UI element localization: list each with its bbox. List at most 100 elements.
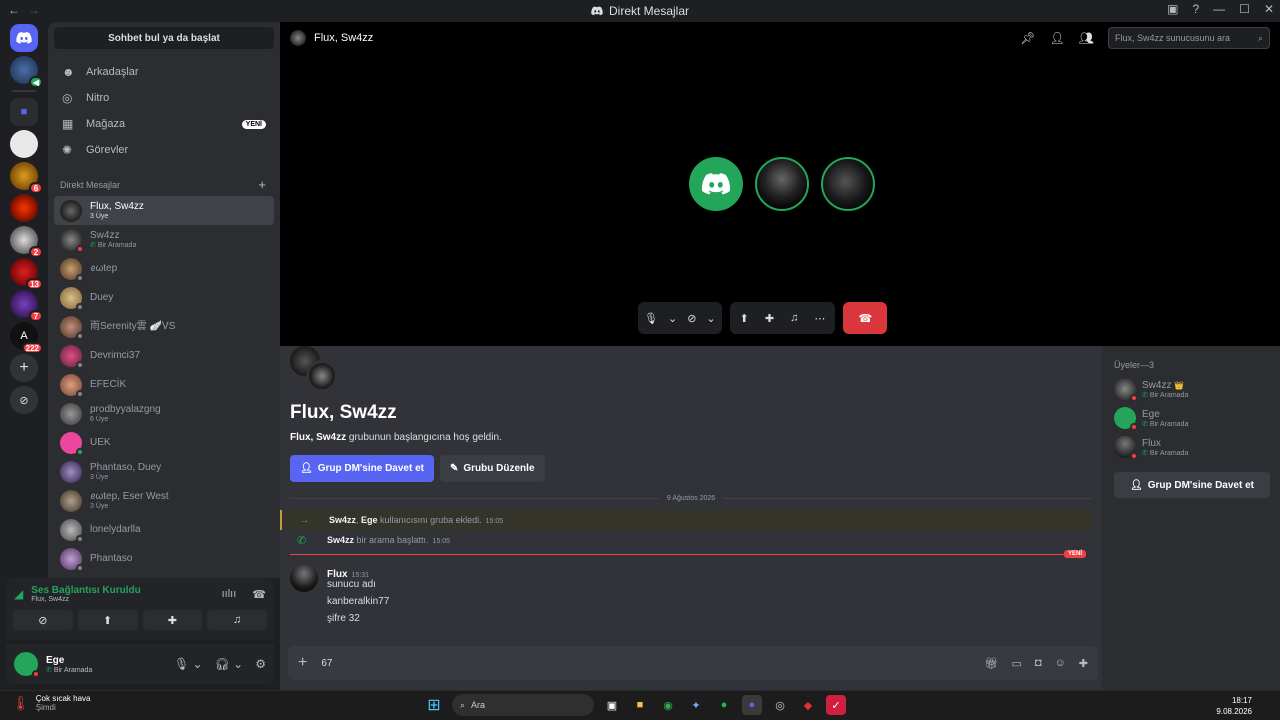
weather-widget[interactable]: 🌡︎ Çok sıcak hava Şimdi [12,694,90,712]
message-input[interactable]: 67 [321,658,332,669]
soundboard-icon[interactable]: ♫ [790,312,798,324]
server-icon[interactable]: ◀ [10,56,43,88]
dm-item[interactable]: 雨Serenity雲 🪽ᐯS [54,312,274,341]
server-icon[interactable] [10,130,38,158]
help-icon[interactable]: ? [1192,2,1199,16]
close-icon[interactable]: ✕ [1264,2,1274,16]
discover-icon[interactable]: ⊘ [10,386,38,414]
app-icon[interactable]: ◆ [798,695,818,715]
more-options-icon[interactable]: ⋯ [814,312,825,325]
nav-shop[interactable]: ▦ Mağaza YENİ [54,111,274,137]
camera-off-button[interactable]: ⊘ [13,610,73,630]
headphones-icon[interactable]: 🎧︎ ⌄ [215,657,244,671]
voice-channel[interactable]: Flux, Sw4zz [31,596,140,603]
member-list-icon[interactable]: 👥︎ [1079,31,1094,45]
windows-start-icon[interactable]: ⊞ [424,695,444,715]
dm-item[interactable]: prodbyyalazgng 6 Üye [54,399,274,428]
clock[interactable]: 18:17 9.08.2026 [1216,695,1252,717]
dm-item[interactable]: ꫀωtep, Eser West 3 Üye [54,486,274,515]
activities-button[interactable]: ✚ [142,610,203,630]
participant-tile[interactable] [821,157,875,211]
server-badge: 2 [29,246,43,258]
discord-taskbar-icon[interactable]: ● [742,695,762,715]
dm-item[interactable]: Phantaso, Duey 3 Üye [54,457,274,486]
dm-item[interactable]: Duey [54,283,274,312]
invite-group-button[interactable]: 👤︎ Grup DM'sine Davet et [1114,472,1270,498]
steam-icon[interactable]: ◎ [770,695,790,715]
create-dm-icon[interactable]: + [258,177,266,192]
pin-icon[interactable]: 📌︎ [1020,31,1035,45]
apps-icon[interactable]: ✚ [1079,657,1088,670]
camera-off-icon[interactable]: ⊘ [687,312,696,325]
discord-logo-icon [701,173,731,195]
find-conversation-button[interactable]: Sohbet bul ya da başlat [54,27,274,49]
task-view-icon[interactable]: ▣ [602,695,622,715]
add-friends-icon[interactable]: 👤︎ [1050,31,1065,45]
soundboard-button[interactable]: ♫ [207,610,267,630]
member-item[interactable]: Flux ✆ Bir Aramada [1114,436,1188,460]
dm-item[interactable]: lonelydarlla [54,515,274,544]
leave-call-button[interactable]: ☎ [843,302,888,334]
chevron-down-icon[interactable]: ⌄ [668,312,677,325]
gift-icon[interactable]: 🎁︎ [985,657,999,670]
server-icon[interactable]: 7 [10,290,43,322]
nav-quests[interactable]: ✺ Görevler [54,137,274,163]
dm-item[interactable]: UEK [54,428,274,457]
server-icon[interactable]: 13 [10,258,43,290]
member-item[interactable]: Sw4zz 👑 ✆ Bir Aramada [1114,378,1188,402]
noise-suppression-icon[interactable]: ıılıı [222,588,237,601]
sticker-icon[interactable]: ◘ [1035,657,1042,670]
nav-friends[interactable]: ☻ Arkadaşlar [54,59,274,85]
edit-group-button[interactable]: ✎ Grubu Düzenle [440,455,545,482]
dm-item[interactable]: Flux, Sw4zz 3 Üye [54,196,274,225]
taskbar-search[interactable]: ⌕ Ara [452,694,594,716]
gif-icon[interactable]: ▭ [1011,657,1021,670]
member-item[interactable]: Ege ✆ Bir Aramada [1114,407,1188,431]
dm-item[interactable]: Sw4zz ✆ Bir Aramada [54,225,274,254]
copilot-icon[interactable]: ✦ [686,695,706,715]
screen-share-icon[interactable]: ⬆ [740,312,749,325]
microphone-icon[interactable]: 🎙︎ ⌄ [174,657,203,671]
app-icon[interactable]: ✓ [826,695,846,715]
chevron-down-icon[interactable]: ⌄ [706,312,715,325]
dm-item[interactable]: Devrimci37 [54,341,274,370]
back-arrow-icon[interactable]: ← [8,3,20,17]
server-icon[interactable] [10,194,38,222]
voice-status[interactable]: Ses Bağlantısı Kuruldu [31,585,140,596]
folder-icon[interactable]: ■ [10,98,38,126]
screen-share-button[interactable]: ⬆ [77,610,138,630]
settings-gear-icon[interactable]: ⚙ [255,657,266,671]
add-user-icon: 👤︎ [300,463,313,474]
disconnect-icon[interactable]: ☎ [252,588,266,601]
dm-item[interactable]: ꫀωtep [54,254,274,283]
maximize-icon[interactable]: ☐ [1239,2,1250,16]
file-explorer-icon[interactable]: ■ [630,695,650,715]
add-server-icon[interactable]: + [10,354,38,382]
call-header: Flux, Sw4zz 📌︎ 👤︎ 👥︎ Flux, Sw4zz sunucus… [280,22,1280,54]
invite-group-button[interactable]: 👤︎ Grup DM'sine Davet et [290,455,434,482]
voice-connection-panel: ◢ Ses Bağlantısı Kuruldu Flux, Sw4zz ııl… [6,578,274,640]
home-button[interactable] [10,24,38,52]
search-input[interactable]: Flux, Sw4zz sunucusunu ara ⌕ [1108,27,1270,49]
server-icon[interactable]: 2 [10,226,43,258]
minimize-icon[interactable]: — [1213,2,1225,16]
emoji-icon[interactable]: ☺ [1055,657,1066,670]
forward-arrow-icon[interactable]: → [28,3,40,17]
mic-control[interactable]: 🎙︎ ⌄ ⊘ ⌄ [638,302,722,334]
participant-tile[interactable] [755,157,809,211]
participant-tile[interactable] [689,157,743,211]
chat-area: Flux, Sw4zz Flux, Sw4zz grubunun başlang… [280,346,1102,690]
chrome-icon[interactable]: ◉ [658,695,678,715]
avatar[interactable] [14,652,40,678]
nav-nitro[interactable]: ◎ Nitro [54,85,274,111]
microphone-icon[interactable]: 🎙︎ [644,312,658,325]
attach-plus-icon[interactable]: + [298,654,307,672]
avatar[interactable] [290,564,318,592]
spotify-icon[interactable]: ● [714,695,734,715]
activities-icon[interactable]: ✚ [765,312,774,325]
inbox-icon[interactable]: ▣ [1167,2,1178,16]
server-icon[interactable]: 6 [10,162,43,194]
dm-item[interactable]: Phantaso [54,544,274,573]
server-icon[interactable]: A 222 [10,322,43,354]
dm-item[interactable]: EFECİK [54,370,274,399]
